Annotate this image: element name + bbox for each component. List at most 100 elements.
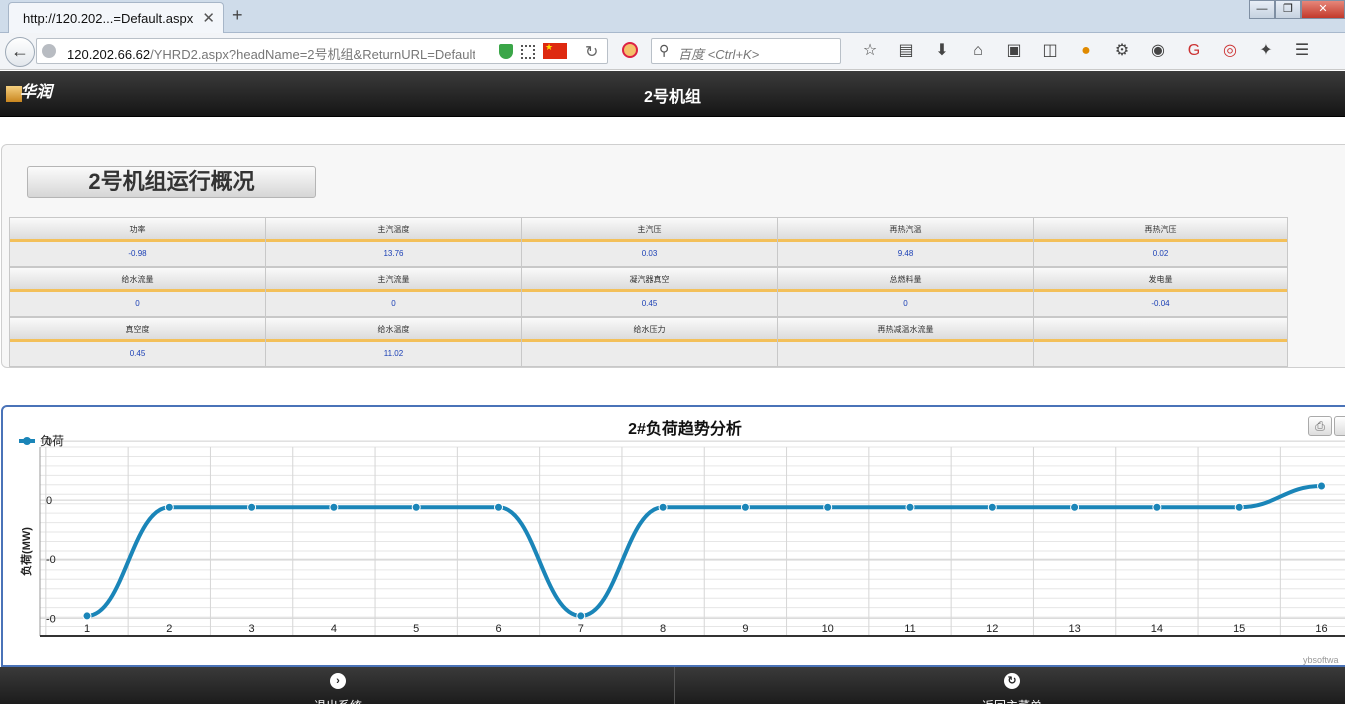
overview-title: 2号机组运行概况 (27, 166, 316, 198)
reading-list-icon[interactable]: ▤ (888, 41, 924, 61)
x-tick-label: 9 (742, 623, 748, 635)
main-menu-label: 返回主菜单 (981, 699, 1042, 713)
addon-icon[interactable]: ✦ (1248, 41, 1284, 61)
screenshot-icon[interactable]: ▣ (996, 41, 1032, 61)
new-tab-button[interactable]: + (232, 5, 243, 26)
exit-system-button[interactable]: › 退出系统 (0, 667, 675, 713)
x-tick-label: 6 (495, 623, 501, 635)
exit-system-label: 退出系统 (313, 699, 362, 713)
menu-icon[interactable]: ☰ (1284, 41, 1320, 61)
metric-value: -0.04 (1034, 292, 1287, 316)
metric-label: 再热减温水流量 (778, 318, 1033, 342)
url-path: /YHRD2.aspx?headName=2号机组&ReturnURL=Defa… (150, 47, 475, 62)
x-tick-label: 4 (331, 623, 337, 635)
metric-cell: 主汽流量 0 (265, 267, 521, 317)
target-icon[interactable]: ◎ (1212, 41, 1248, 61)
metric-label: 真空度 (10, 318, 265, 342)
close-tab-icon[interactable]: ✕ (202, 9, 215, 27)
minimize-button[interactable]: — (1249, 0, 1275, 19)
metric-cell: 再热汽温 9.48 (777, 217, 1033, 267)
sidebar-icon[interactable]: ◫ (1032, 41, 1068, 61)
qr-code-icon[interactable] (521, 45, 535, 59)
load-trend-chart-panel: 0 0 -0 -0 负荷(MW) 1 2 3 4 5 6 7 8 9 10 11 12 13 14 15 16 负荷 2#… (1, 405, 1345, 667)
bookmark-star-icon[interactable]: ☆ (852, 41, 888, 61)
x-tick-label: 8 (660, 623, 666, 635)
y-tick-label: -0 (46, 613, 56, 625)
settings-gear-icon[interactable]: ⚙ (1104, 41, 1140, 61)
metric-label: 再热汽压 (1034, 218, 1287, 242)
adblock-icon[interactable] (622, 42, 638, 58)
reload-icon[interactable]: ↻ (585, 42, 598, 62)
metric-cell (1033, 317, 1288, 367)
x-tick-label: 1 (84, 623, 90, 635)
search-input[interactable]: ⚲ 百度 <Ctrl+K> (651, 38, 841, 64)
print-icon[interactable]: ⎙ (1308, 416, 1332, 436)
download-icon[interactable]: ⬇ (924, 41, 960, 61)
metric-cell: 给水压力 (521, 317, 777, 367)
export-icon[interactable] (1334, 416, 1345, 436)
metric-value: 0 (778, 292, 1033, 316)
data-point (823, 502, 833, 512)
metric-value: 0 (266, 292, 521, 316)
x-tick-label: 2 (166, 623, 172, 635)
data-point (1070, 502, 1080, 512)
search-placeholder: 百度 <Ctrl+K> (678, 47, 760, 62)
metric-cell: 真空度 0.45 (9, 317, 265, 367)
browser-tabbar: http://120.202...=Default.aspx ✕ + — ❐ ✕ (0, 0, 1345, 33)
main-menu-button[interactable]: ↻ 返回主菜单 (675, 667, 1345, 713)
gm-icon[interactable]: G (1176, 41, 1212, 61)
url-text[interactable]: 120.202.66.62/YHRD2.aspx?headName=2号机组&R… (67, 44, 475, 63)
data-point (247, 502, 257, 512)
metric-value (1034, 342, 1287, 366)
address-bar[interactable]: 120.202.66.62/YHRD2.aspx?headName=2号机组&R… (36, 38, 608, 64)
x-tick-label: 12 (986, 623, 998, 635)
x-tick-label: 16 (1315, 623, 1327, 635)
metric-value (778, 342, 1033, 366)
app-header: 华润 2号机组 (0, 71, 1345, 117)
chart-credit[interactable]: ybsoftwa (1303, 655, 1339, 665)
data-point (329, 502, 339, 512)
metrics-grid: 功率 -0.98 主汽温度 13.76 主汽压 0.03 再热汽温 9.48 再热汽压 0… (9, 217, 1288, 367)
close-window-button[interactable]: ✕ (1301, 0, 1345, 19)
home-icon[interactable]: ⌂ (960, 41, 996, 61)
extension-icon[interactable]: ● (1068, 41, 1104, 61)
shield-icon[interactable] (499, 44, 513, 59)
metric-cell: 主汽温度 13.76 (265, 217, 521, 267)
x-tick-label: 15 (1233, 623, 1245, 635)
x-tick-label: 10 (822, 623, 834, 635)
metric-cell: 再热汽压 0.02 (1033, 217, 1288, 267)
metric-value: 0.45 (522, 292, 777, 316)
metric-cell: 总燃料量 0 (777, 267, 1033, 317)
load-trend-chart: 00-0-0负荷(MW)1 2 3 4 5 6 7 8 9 10 11 12 13 14 15 16负荷 (19, 434, 1345, 637)
tab-title: http://120.202...=Default.aspx (23, 11, 194, 26)
maximize-button[interactable]: ❐ (1275, 0, 1301, 19)
refresh-icon: ↻ (1004, 673, 1020, 689)
flag-icon (543, 42, 567, 59)
page-title: 2号机组 (644, 89, 701, 106)
back-button[interactable]: ← (5, 37, 35, 67)
x-tick-label: 13 (1068, 623, 1080, 635)
metric-value: 9.48 (778, 242, 1033, 266)
y-axis-title: 负荷(MW) (19, 527, 33, 576)
globe-menu-icon[interactable]: ◉ (1140, 41, 1176, 61)
browser-toolbar: ☆ ▤ ⬇ ⌂ ▣ ◫ ● ⚙ ◉ G ◎ ✦ ☰ (852, 41, 1320, 61)
chart-title: 2#负荷趋势分析 (628, 421, 742, 438)
data-point (905, 502, 915, 512)
metrics-row: 功率 -0.98 主汽温度 13.76 主汽压 0.03 再热汽温 9.48 再热汽压 0… (9, 217, 1288, 267)
data-point (494, 502, 503, 512)
metric-cell: 凝汽器真空 0.45 (521, 267, 777, 317)
metric-cell: 发电量 -0.04 (1033, 267, 1288, 317)
data-point (987, 502, 997, 512)
url-host: 120.202.66.62 (67, 47, 151, 62)
metric-value: 0.03 (522, 242, 777, 266)
metric-label: 给水温度 (266, 318, 521, 342)
x-tick-label: 7 (578, 623, 584, 635)
metric-label: 总燃料量 (778, 268, 1033, 292)
x-tick-label: 3 (249, 623, 255, 635)
browser-tab[interactable]: http://120.202...=Default.aspx ✕ (8, 2, 224, 33)
metric-value: -0.98 (10, 242, 265, 266)
y-tick-label: 0 (46, 495, 52, 507)
unit-overview-panel: 2号机组运行概况 功率 -0.98 主汽温度 13.76 主汽压 0.03 再热汽温 9… (1, 144, 1345, 368)
footer-bar: › 退出系统 ↻ 返回主菜单 (0, 667, 1345, 713)
metric-cell: 功率 -0.98 (9, 217, 265, 267)
